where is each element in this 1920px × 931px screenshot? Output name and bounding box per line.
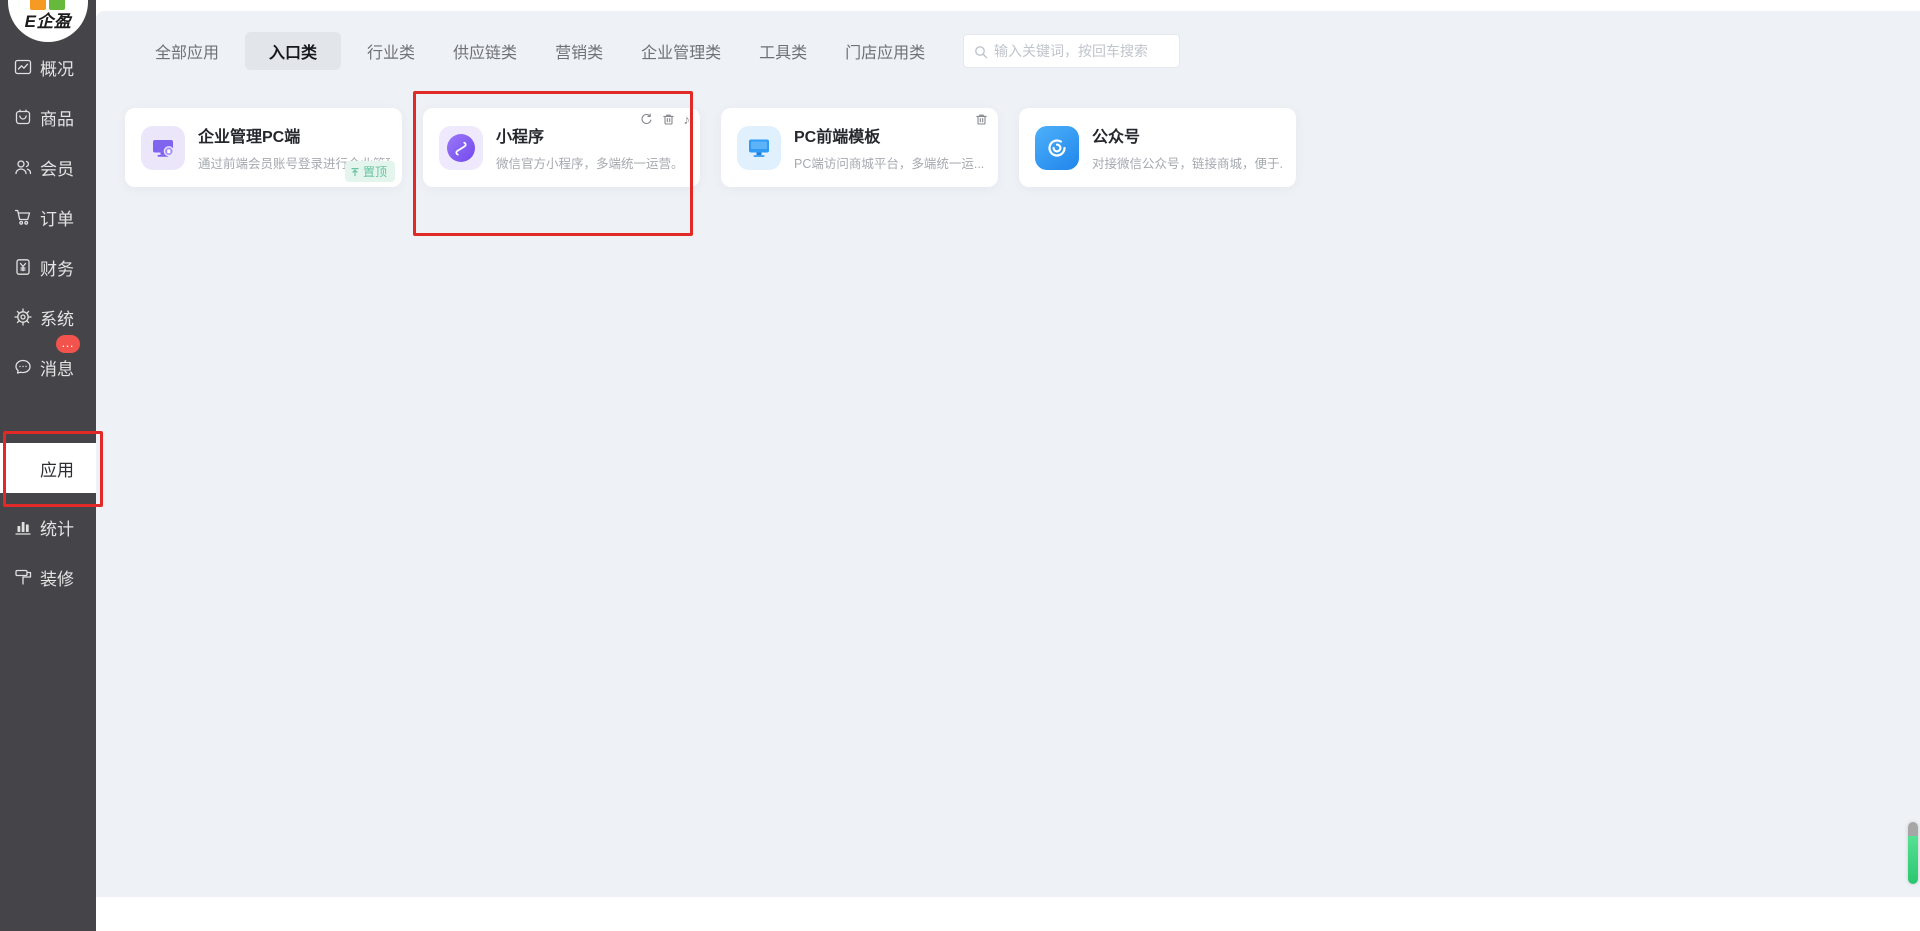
sidebar: E企盈 概况 商品 会员 — [0, 0, 96, 931]
scrollbar-thumb-cap — [1908, 822, 1918, 836]
sidebar-item-orders[interactable]: 订单 — [0, 192, 96, 242]
mini-program-logo-circle — [447, 134, 475, 162]
app-card-desc: 对接微信公众号，链接商城，便于... — [1092, 153, 1284, 172]
pin-top-label: 置顶 — [363, 163, 387, 180]
enterprise-pc-app-icon — [141, 126, 185, 170]
sidebar-item-stats[interactable]: 统计 — [0, 502, 96, 552]
app-card-desc: PC端访问商城平台，多端统一运... — [794, 153, 984, 172]
tab-marketing-category[interactable]: 营销类 — [543, 32, 615, 70]
tab-supply-chain-category[interactable]: 供应链类 — [441, 32, 529, 70]
app-search-box — [963, 34, 1180, 68]
brand-logo: E企盈 — [8, 0, 88, 42]
card-action-icons — [975, 113, 988, 126]
card-text: 公众号 对接微信公众号，链接商城，便于... — [1092, 123, 1284, 172]
card-action-icons: ♪ — [640, 113, 691, 126]
gear-icon — [13, 307, 33, 327]
content-panel: 全部应用 入口类 行业类 供应链类 营销类 企业管理类 工具类 门店应用类 企业… — [96, 11, 1920, 897]
app-card-desc: 微信官方小程序，多端统一运营。 — [496, 153, 684, 172]
main-content: 全部应用 入口类 行业类 供应链类 营销类 企业管理类 工具类 门店应用类 企业… — [96, 0, 1920, 931]
sidebar-item-goods[interactable]: 商品 — [0, 92, 96, 142]
orders-cart-icon — [13, 207, 33, 227]
app-card-title: 小程序 — [496, 123, 684, 147]
sidebar-item-label: 概况 — [40, 55, 74, 80]
tab-tools-category[interactable]: 工具类 — [747, 32, 819, 70]
tab-all-apps[interactable]: 全部应用 — [143, 32, 231, 70]
sidebar-item-label: 会员 — [40, 155, 74, 180]
chat-bubble-icon — [13, 357, 33, 377]
sidebar-item-system[interactable]: 系统 — [0, 292, 96, 342]
sidebar-item-label: 订单 — [40, 205, 74, 230]
app-card-enterprise-pc[interactable]: 企业管理PC端 通过前端会员账号登录进行企业管理 置顶 — [125, 108, 402, 187]
card-text: PC前端模板 PC端访问商城平台，多端统一运... — [794, 123, 984, 172]
tab-entry-category[interactable]: 入口类 — [245, 32, 341, 70]
sidebar-item-label: 商品 — [40, 105, 74, 130]
goods-icon — [13, 107, 33, 127]
app-card-title: 企业管理PC端 — [198, 123, 390, 147]
pc-template-app-icon — [737, 126, 781, 170]
scrollbar-thumb-green — [1908, 836, 1918, 884]
card-text: 小程序 微信官方小程序，多端统一运营。 — [496, 123, 684, 172]
sidebar-item-label: 消息 — [40, 355, 74, 380]
brand-logo-text: E企盈 — [8, 7, 88, 32]
search-input[interactable] — [994, 35, 1176, 67]
pin-top-badge: 置顶 — [345, 161, 395, 182]
sidebar-item-overview[interactable]: 概况 — [0, 42, 96, 92]
paint-roller-icon — [13, 567, 33, 587]
members-icon — [13, 157, 33, 177]
sidebar-item-label: 装修 — [40, 565, 74, 590]
sidebar-item-label: 统计 — [40, 515, 74, 540]
app-card-title: 公众号 — [1092, 123, 1284, 147]
overview-icon — [13, 57, 33, 77]
sidebar-spacer — [0, 392, 96, 443]
tab-store-apps-category[interactable]: 门店应用类 — [833, 32, 937, 70]
app-card-title: PC前端模板 — [794, 123, 984, 147]
category-tabbar: 全部应用 入口类 行业类 供应链类 营销类 企业管理类 工具类 门店应用类 — [143, 34, 951, 68]
trash-icon[interactable] — [975, 113, 988, 126]
sidebar-item-label: 应用 — [40, 456, 74, 481]
pin-top-icon — [350, 167, 360, 177]
sidebar-item-label: 财务 — [40, 255, 74, 280]
sidebar-gap — [0, 493, 96, 502]
tab-industry-category[interactable]: 行业类 — [355, 32, 427, 70]
app-card-official-account[interactable]: 公众号 对接微信公众号，链接商城，便于... — [1019, 108, 1296, 187]
app-card-mini-program[interactable]: ♪ 小程序 微信官方小程序，多端统一运营。 — [423, 108, 700, 187]
sidebar-item-decorate[interactable]: 装修 — [0, 552, 96, 602]
refresh-icon[interactable] — [640, 113, 653, 126]
music-note-icon[interactable]: ♪ — [684, 113, 691, 126]
sidebar-nav: 概况 商品 会员 订单 — [0, 42, 96, 602]
sidebar-item-label: 系统 — [40, 305, 74, 330]
scrollbar-thumb[interactable] — [1908, 822, 1918, 884]
finance-icon — [13, 257, 33, 277]
sidebar-item-finance[interactable]: 财务 — [0, 242, 96, 292]
apps-grid-icon — [13, 458, 33, 478]
message-count-badge: … — [56, 335, 80, 353]
app-card-pc-template[interactable]: PC前端模板 PC端访问商城平台，多端统一运... — [721, 108, 998, 187]
bar-chart-icon — [13, 517, 33, 537]
sidebar-item-messages[interactable]: 消息 … — [0, 342, 96, 392]
trash-icon[interactable] — [662, 113, 675, 126]
search-icon — [973, 44, 989, 60]
sidebar-item-members[interactable]: 会员 — [0, 142, 96, 192]
tab-enterprise-mgmt-category[interactable]: 企业管理类 — [629, 32, 733, 70]
sidebar-item-apps[interactable]: 应用 — [0, 443, 96, 493]
mini-program-app-icon — [439, 126, 483, 170]
official-account-app-icon — [1035, 126, 1079, 170]
